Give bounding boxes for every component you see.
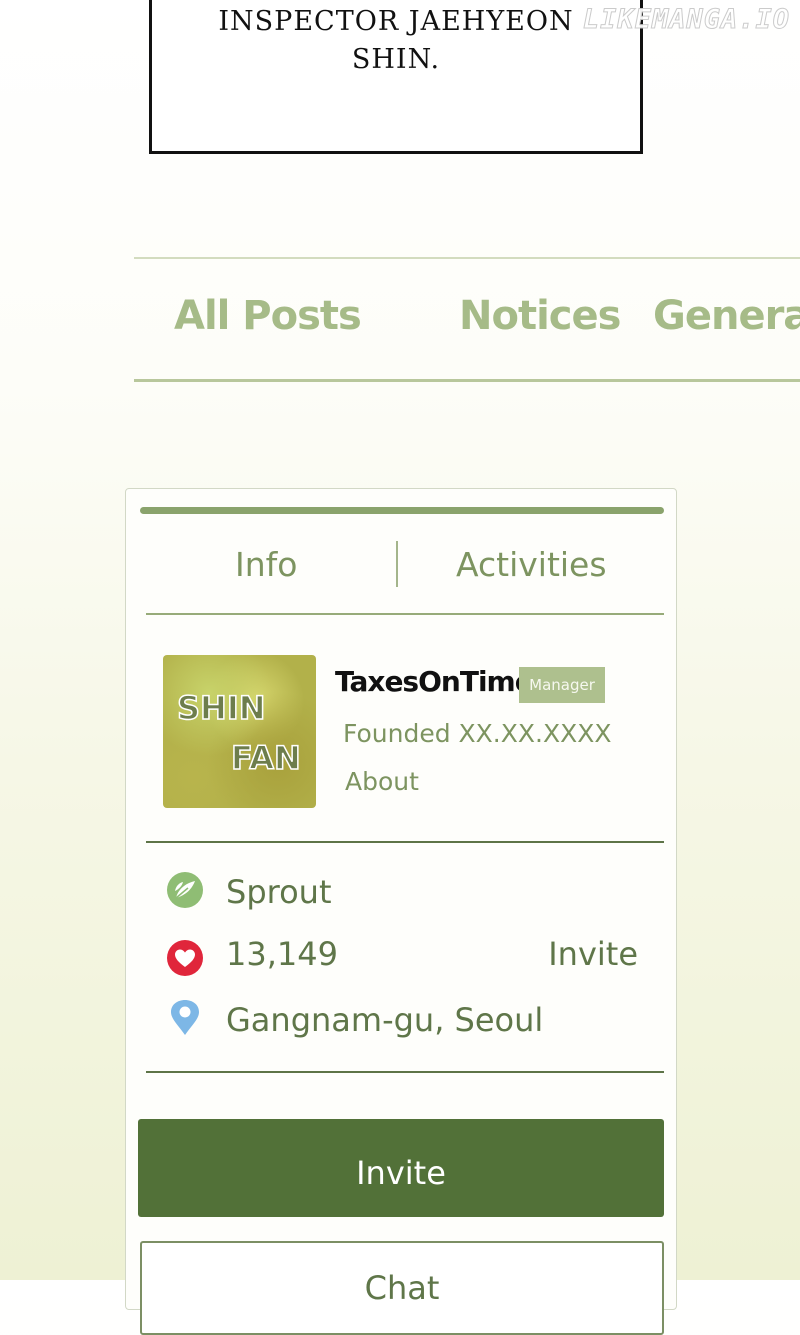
chat-button[interactable]: Chat <box>140 1241 664 1335</box>
tab-info[interactable]: Info <box>235 545 297 584</box>
community-info-card: Info Activities SHIN FAN TaxesOnTime Man… <box>125 488 677 1335</box>
avatar-text-line-1: SHIN <box>176 688 266 728</box>
board-tab-bar: All Posts Notices General <box>134 257 800 382</box>
tab-general[interactable]: General <box>653 293 800 339</box>
community-avatar[interactable]: SHIN FAN <box>163 655 316 808</box>
sprout-leaf-icon <box>167 872 203 908</box>
divider <box>146 1071 664 1073</box>
about-link[interactable]: About <box>345 767 419 796</box>
invite-button[interactable]: Invite <box>138 1119 664 1217</box>
tab-all-posts[interactable]: All Posts <box>174 293 362 339</box>
location-label: Gangnam-gu, Seoul <box>226 1001 544 1039</box>
manager-badge: Manager <box>519 667 605 703</box>
manager-username[interactable]: TaxesOnTime <box>335 665 534 698</box>
tab-activities[interactable]: Activities <box>456 545 607 584</box>
card-accent-bar <box>140 507 664 514</box>
site-watermark: LIKEMANGA.IO <box>582 4 790 36</box>
level-label: Sprout <box>226 873 332 911</box>
tab-notices[interactable]: Notices <box>459 293 621 339</box>
card-tab-bar: Info Activities <box>146 541 664 615</box>
founded-date: Founded XX.XX.XXXX <box>343 719 612 748</box>
avatar-text-line-2: FAN <box>230 738 301 778</box>
location-pin-icon <box>171 1000 199 1035</box>
speech-caption-box: INSPECTOR JAEHYEON SHIN. <box>149 0 643 154</box>
caption-line-1: INSPECTOR JAEHYEON <box>218 6 574 37</box>
caption-line-2: SHIN. <box>351 44 441 75</box>
tab-divider <box>396 541 398 587</box>
caption-text: INSPECTOR JAEHYEON SHIN. <box>152 3 640 79</box>
divider <box>146 841 664 843</box>
heart-icon <box>167 940 203 976</box>
invite-link[interactable]: Invite <box>548 935 638 973</box>
member-count: 13,149 <box>226 935 338 973</box>
